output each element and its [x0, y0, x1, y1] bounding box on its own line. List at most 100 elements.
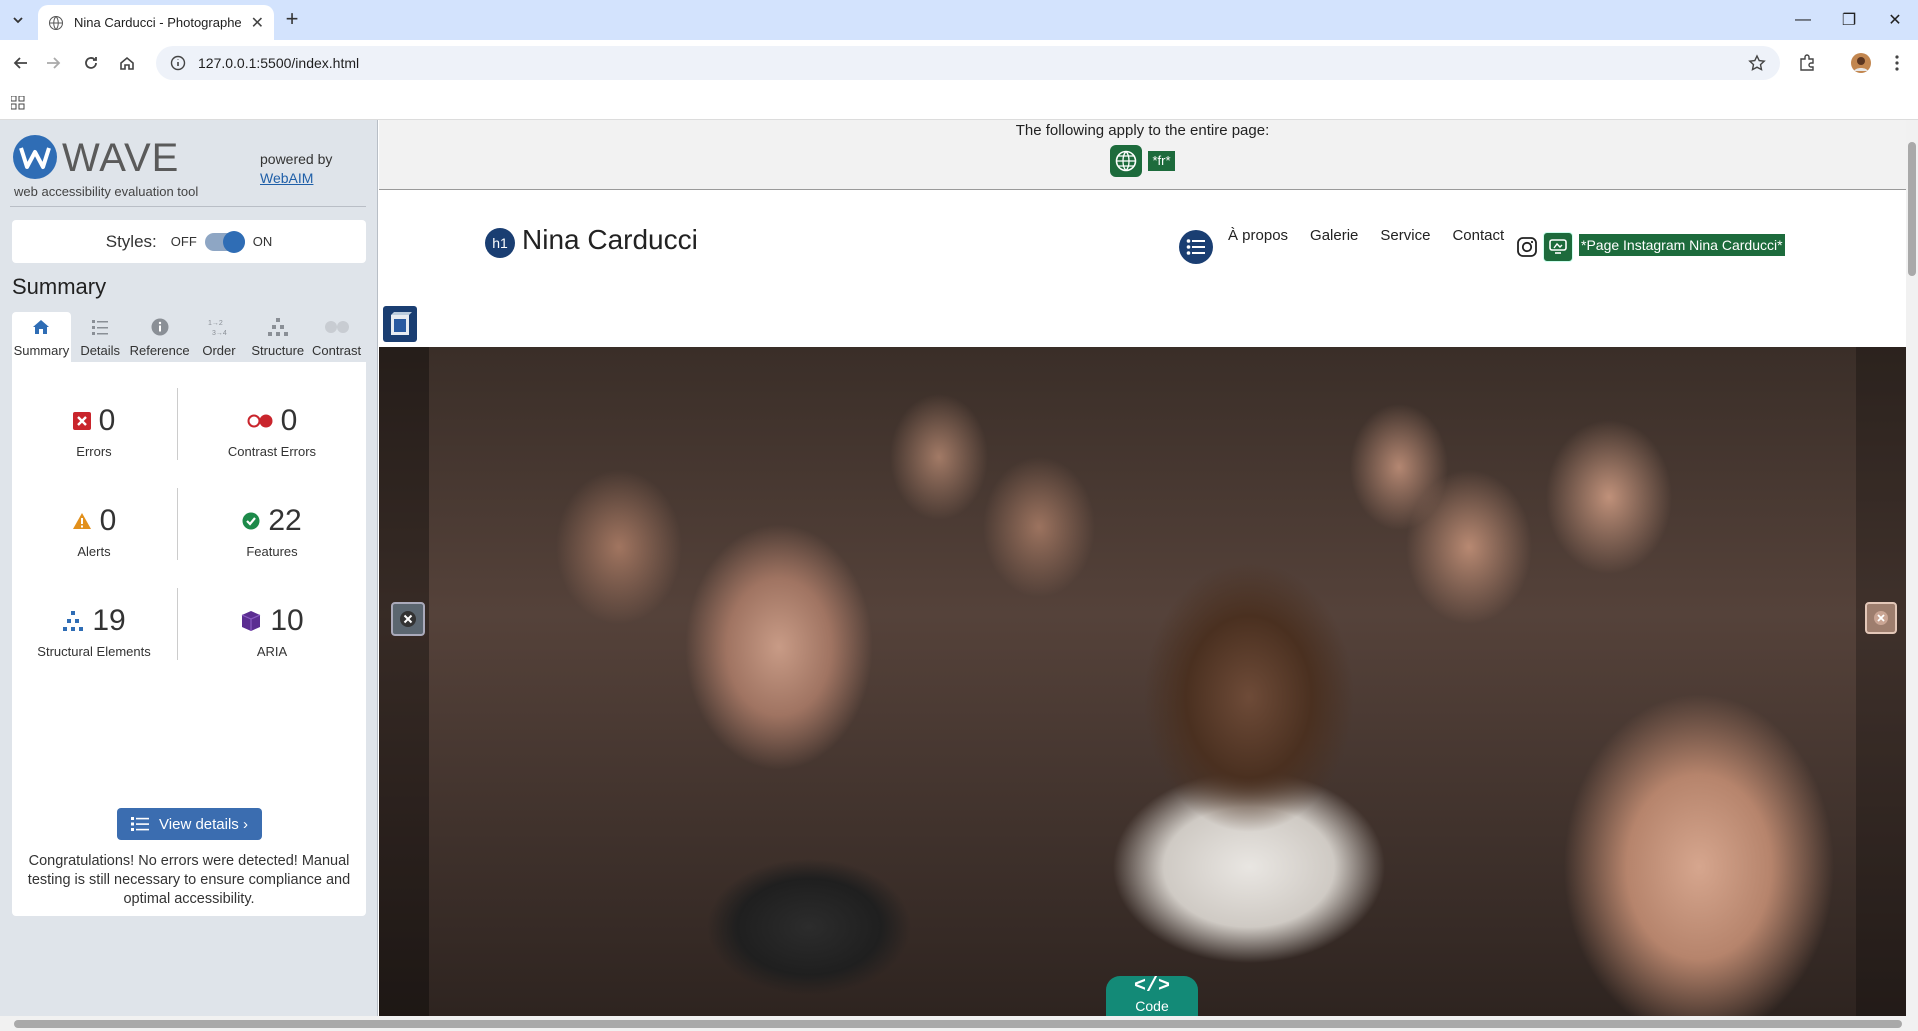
wave-tagline: web accessibility evaluation tool: [14, 184, 199, 199]
styles-toggle[interactable]: [204, 230, 245, 253]
contrast-error-icon: [247, 414, 273, 428]
structure-icon: [267, 318, 288, 336]
nav-list-icon[interactable]: [1179, 230, 1213, 264]
summary-heading: Summary: [12, 274, 107, 299]
aria-cube-icon: [242, 611, 261, 631]
webaim-link[interactable]: WebAIM: [260, 170, 313, 186]
styles-label: Styles:: [105, 231, 157, 251]
stat-alerts[interactable]: 0 Alerts: [14, 504, 174, 559]
extensions-icon[interactable]: [1794, 50, 1820, 76]
errors-label: Errors: [76, 444, 112, 459]
bookmarks-bar: [0, 86, 1918, 120]
tab-details[interactable]: Details: [71, 312, 130, 362]
view-details-button[interactable]: View details ›: [117, 808, 262, 840]
nav-item-contact[interactable]: Contact: [1452, 227, 1504, 244]
divider: [177, 488, 178, 560]
site-info-icon[interactable]: [170, 55, 186, 71]
tab-summary-label: Summary: [13, 343, 70, 358]
page-viewport: The following apply to the entire page: …: [379, 120, 1906, 1016]
tab-reference[interactable]: Reference: [130, 312, 190, 362]
tab-summary[interactable]: Summary: [12, 312, 71, 362]
apply-text: The following apply to the entire page:: [1015, 122, 1270, 139]
carousel-next-button[interactable]: [1865, 602, 1897, 634]
tab-search-dropdown-icon[interactable]: [6, 8, 30, 32]
list-icon: [131, 817, 150, 831]
reload-icon[interactable]: [78, 50, 104, 76]
contrast-errors-label: Contrast Errors: [227, 444, 317, 459]
code-toggle-button[interactable]: </> Code: [1106, 976, 1198, 1016]
wave-tabs: Summary Details Reference 1→2 3→4 Order S…: [12, 312, 366, 362]
aria-annotation-icon[interactable]: [383, 306, 417, 342]
instagram-icon[interactable]: [1516, 236, 1538, 258]
styles-toggle-box: Styles: OFF ON: [12, 220, 366, 263]
stat-aria[interactable]: 10 ARIA: [192, 604, 352, 659]
forward-icon[interactable]: [40, 50, 66, 76]
code-label: Code: [1135, 998, 1169, 1014]
horizontal-scrollbar[interactable]: [0, 1016, 1918, 1031]
contrast-icon: [324, 321, 349, 333]
home-icon: [33, 320, 50, 334]
features-label: Features: [246, 544, 298, 559]
tab-structure[interactable]: Structure: [248, 312, 307, 362]
browser-tab[interactable]: Nina Carducci - Photographe p ✕: [38, 5, 274, 40]
divider: [177, 388, 178, 460]
styles-on-label: ON: [252, 234, 273, 249]
wave-sidebar: WAVE web accessibility evaluation tool p…: [0, 120, 378, 1016]
features-count: 22: [268, 504, 302, 537]
profile-avatar[interactable]: [1848, 50, 1874, 76]
back-icon[interactable]: [8, 50, 34, 76]
instagram-alt-text[interactable]: *Page Instagram Nina Carducci*: [1579, 234, 1785, 256]
svg-text:1→2: 1→2: [208, 320, 223, 327]
address-bar[interactable]: 127.0.0.1:5500/index.html: [156, 46, 1780, 80]
tab-order-label: Order: [202, 343, 236, 358]
nav-item-galerie[interactable]: Galerie: [1310, 227, 1358, 244]
menu-kebab-icon[interactable]: [1884, 50, 1910, 76]
feature-check-icon: [242, 512, 260, 530]
tab-order[interactable]: 1→2 3→4 Order: [190, 312, 249, 362]
svg-text:3→4: 3→4: [212, 330, 227, 337]
home-icon[interactable]: [114, 50, 140, 76]
globe-favicon-icon: [49, 15, 63, 30]
nav-item-service[interactable]: Service: [1380, 227, 1430, 244]
nav-item-apropos[interactable]: À propos: [1228, 227, 1288, 244]
tab-contrast-label: Contrast: [312, 343, 362, 358]
url-text[interactable]: 127.0.0.1:5500/index.html: [198, 55, 359, 71]
new-tab-button[interactable]: +: [280, 8, 304, 32]
language-globe-icon[interactable]: [1110, 145, 1143, 177]
styles-off-label: OFF: [170, 234, 197, 249]
structural-label: Structural Elements: [37, 644, 151, 659]
view-details-label: View details ›: [159, 815, 248, 833]
stat-features[interactable]: 22 Features: [192, 504, 352, 559]
contrast-errors-count: 0: [280, 404, 298, 437]
linked-image-icon[interactable]: [1543, 232, 1573, 262]
tab-title: Nina Carducci - Photographe p: [74, 15, 244, 30]
tab-details-label: Details: [80, 343, 121, 358]
alerts-label: Alerts: [77, 544, 111, 559]
tab-structure-label: Structure: [251, 343, 305, 358]
carousel-prev-button[interactable]: [391, 602, 425, 636]
wave-logo-icon: [13, 135, 57, 179]
tab-reference-label: Reference: [129, 343, 190, 358]
site-title: Nina Carducci: [522, 224, 698, 255]
alerts-count: 0: [99, 504, 117, 537]
stat-contrast-errors[interactable]: 0 Contrast Errors: [192, 404, 352, 459]
apps-grid-icon[interactable]: [11, 96, 25, 110]
language-badge[interactable]: *fr*: [1148, 151, 1175, 171]
info-icon: [151, 318, 169, 336]
restore-icon[interactable]: ❐: [1826, 0, 1872, 40]
minimize-icon[interactable]: —: [1780, 0, 1826, 40]
bookmark-star-icon[interactable]: [1744, 50, 1770, 76]
browser-tab-bar: Nina Carducci - Photographe p ✕ + — ❐ ✕: [0, 0, 1918, 40]
stat-errors[interactable]: 0 Errors: [14, 404, 174, 459]
list-icon: [92, 320, 109, 335]
vertical-scrollbar[interactable]: [1906, 120, 1918, 1016]
stat-structural[interactable]: 19 Structural Elements: [14, 604, 174, 659]
congrats-message: Congratulations! No errors were detected…: [27, 853, 351, 907]
alert-icon: [72, 513, 91, 529]
main-nav: À propos Galerie Service Contact: [1228, 227, 1504, 244]
h1-badge[interactable]: h1: [485, 228, 515, 258]
close-window-icon[interactable]: ✕: [1872, 0, 1918, 40]
tab-contrast[interactable]: Contrast: [307, 312, 366, 362]
tab-close-icon[interactable]: ✕: [251, 13, 264, 33]
errors-count: 0: [98, 404, 116, 437]
